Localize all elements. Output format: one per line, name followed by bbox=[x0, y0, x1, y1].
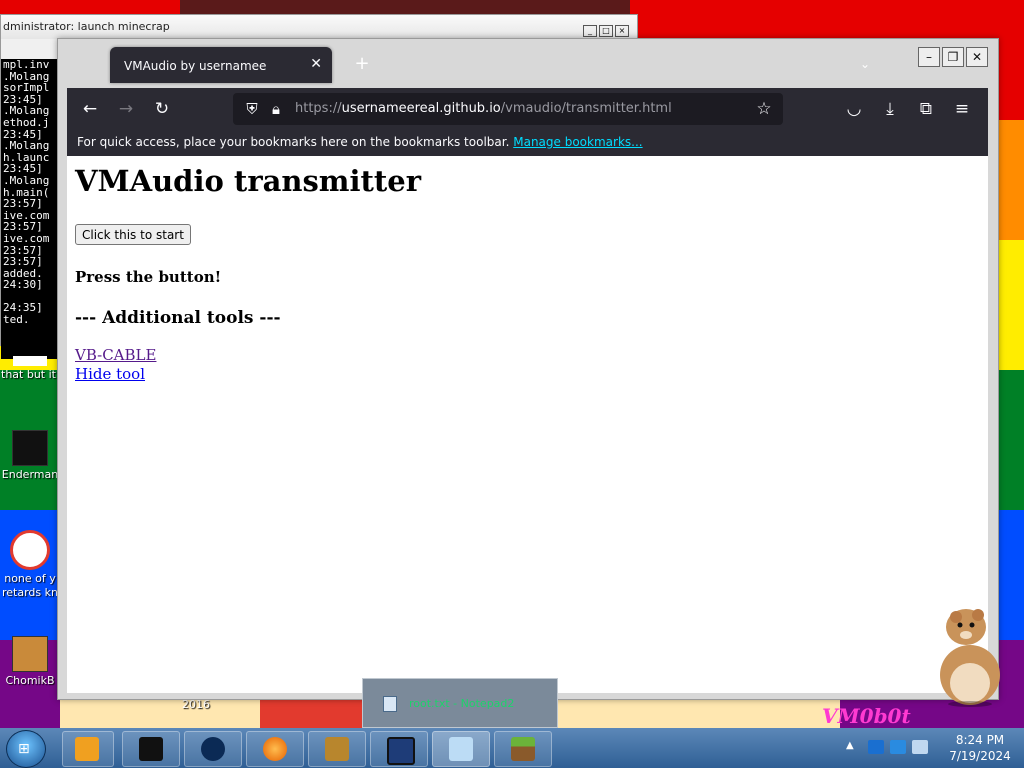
cmd-line: ethod.j bbox=[3, 115, 50, 129]
url-host: usernameereal.github.io bbox=[341, 101, 501, 116]
tab-vmaudio[interactable]: VMAudio by usernamee ✕ bbox=[110, 47, 332, 83]
monitor-icon bbox=[387, 737, 415, 765]
close-icon[interactable]: ✕ bbox=[966, 47, 988, 67]
tab-bar: VMAudio by usernamee ✕ + ⌄ bbox=[66, 47, 918, 85]
back-arrow-icon[interactable]: ← bbox=[77, 96, 103, 122]
cmd-line: 23:57] bbox=[3, 197, 43, 211]
sandbox-icon bbox=[325, 737, 349, 761]
vb-cable-link[interactable]: VB-CABLE bbox=[75, 346, 156, 364]
maximize-icon[interactable]: □ bbox=[599, 25, 613, 37]
volume-icon[interactable] bbox=[912, 740, 928, 754]
lock-icon[interactable]: 🔒︎ bbox=[265, 98, 287, 120]
browser-window[interactable]: VMAudio by usernamee ✕ + ⌄ – ❐ ✕ ← → ↻ ⛨… bbox=[57, 38, 999, 700]
url-bar[interactable]: ⛨ 🔒︎ https://usernameereal.github.io/vma… bbox=[233, 93, 783, 125]
download-icon[interactable]: ⤓ bbox=[877, 96, 903, 122]
hide-tool-link[interactable]: Hide tool bbox=[75, 365, 145, 383]
hamster-pet[interactable] bbox=[930, 603, 1006, 707]
taskbar-sandbox[interactable] bbox=[308, 731, 366, 767]
taskbar: ⊞ ▲ 8:24 PM 7/19/2024 bbox=[0, 728, 1024, 768]
bookmarks-toolbar: For quick access, place your bookmarks h… bbox=[67, 130, 988, 156]
page-title: VMAudio transmitter bbox=[75, 164, 422, 198]
pocket-icon[interactable]: ◡ bbox=[841, 96, 867, 122]
url-path: /vmaudio/transmitter.html bbox=[500, 101, 672, 116]
bookmarks-hint: For quick access, place your bookmarks h… bbox=[77, 135, 643, 149]
system-tray: ▲ 8:24 PM 7/19/2024 bbox=[840, 728, 1024, 768]
window-controls: – ❐ ✕ bbox=[918, 47, 988, 67]
clock-date: 7/19/2024 bbox=[949, 749, 1011, 763]
star-icon[interactable]: ☆ bbox=[753, 98, 775, 120]
notepad-icon bbox=[383, 696, 397, 712]
manage-bookmarks-link[interactable]: Manage bookmarks... bbox=[513, 135, 642, 149]
cmd-window-controls: _ □ × bbox=[583, 25, 629, 37]
menu-icon[interactable]: ≡ bbox=[949, 96, 975, 122]
cmd-output: mpl.inv .Molang sorImpl 23:45] .Molang ethod.… bbox=[1, 59, 61, 359]
desktop-icon-label: Enderman bbox=[1, 468, 59, 481]
cmd-line: ted. bbox=[3, 313, 30, 327]
hamster-icon bbox=[12, 636, 48, 672]
page-content: VMAudio transmitter Click this to start … bbox=[67, 156, 988, 693]
desktop-icon[interactable]: ChomikB bbox=[0, 636, 60, 688]
taskbar-notepad[interactable] bbox=[432, 731, 490, 767]
url-text[interactable]: https://usernameereal.github.io/vmaudio/… bbox=[295, 101, 672, 116]
taskbar-media-player[interactable] bbox=[62, 731, 114, 767]
extensions-icon[interactable]: ⧉ bbox=[913, 96, 939, 122]
cmd-line: .Molang bbox=[3, 139, 50, 153]
shield-icon[interactable]: ⛨ bbox=[241, 98, 263, 120]
cmd-line: 23:57] bbox=[3, 255, 43, 269]
desktop-icon[interactable]: Enderman bbox=[0, 430, 60, 482]
notepad-icon bbox=[449, 737, 473, 761]
taskbar-minecraft[interactable] bbox=[494, 731, 552, 767]
terminal-icon bbox=[139, 737, 163, 761]
minimize-icon[interactable]: – bbox=[918, 47, 940, 67]
reload-icon[interactable]: ↻ bbox=[149, 96, 175, 122]
media-player-icon bbox=[75, 737, 99, 761]
enderman-icon bbox=[12, 430, 48, 466]
taskbar-remote[interactable] bbox=[370, 731, 428, 767]
clock[interactable]: 8:24 PM 7/19/2024 bbox=[940, 732, 1020, 764]
start-button[interactable]: Click this to start bbox=[75, 224, 191, 245]
close-icon[interactable]: × bbox=[615, 25, 629, 37]
plus-icon[interactable]: + bbox=[352, 55, 372, 75]
start-button[interactable]: ⊞ bbox=[6, 730, 46, 768]
cmd-line: .Molang bbox=[3, 173, 50, 187]
cmd-line: mpl.inv bbox=[3, 59, 50, 71]
chevron-down-icon[interactable]: ⌄ bbox=[856, 57, 874, 73]
desktop-icon[interactable]: that but it' bbox=[0, 356, 60, 382]
cmd-line: ive.com bbox=[3, 231, 50, 245]
globe-icon bbox=[201, 737, 225, 761]
popup-title: root.txt - Notepad2 bbox=[409, 697, 515, 710]
forward-arrow-icon[interactable]: → bbox=[113, 96, 139, 122]
maximize-icon[interactable]: ❐ bbox=[942, 47, 964, 67]
vm-logo: VM0b0t bbox=[822, 704, 911, 728]
nav-toolbar: ← → ↻ ⛨ 🔒︎ https://usernameereal.github.… bbox=[67, 88, 988, 130]
app-icon bbox=[10, 530, 50, 570]
desktop-icon-label: that but it' bbox=[1, 368, 59, 381]
url-scheme: https:// bbox=[295, 101, 342, 116]
desktop-icon[interactable]: none of y retards kn bbox=[0, 530, 60, 600]
minimize-icon[interactable]: _ bbox=[583, 25, 597, 37]
tools-heading: --- Additional tools --- bbox=[75, 308, 281, 328]
clock-time: 8:24 PM bbox=[955, 733, 1005, 747]
cmd-line: 24:30] bbox=[3, 278, 43, 292]
network-icon[interactable] bbox=[890, 740, 906, 754]
firefox-icon bbox=[263, 737, 287, 761]
tab-title: VMAudio by usernamee bbox=[124, 59, 267, 73]
tray-arrow-icon[interactable]: ▲ bbox=[846, 740, 862, 754]
tray-app-icon[interactable] bbox=[868, 740, 884, 754]
taskbar-preview-popup[interactable]: root.txt - Notepad2 bbox=[362, 678, 558, 728]
file-icon bbox=[13, 356, 47, 366]
close-icon[interactable]: ✕ bbox=[310, 56, 322, 72]
status-text: Press the button! bbox=[75, 268, 222, 286]
desktop-icon-label: none of y retards kn bbox=[2, 572, 58, 599]
taskbar-app[interactable] bbox=[184, 731, 242, 767]
cmd-window-title: dministrator: launch minecrap bbox=[1, 15, 637, 39]
bookmarks-hint-text: For quick access, place your bookmarks h… bbox=[77, 135, 510, 149]
windows-icon: ⊞ bbox=[18, 741, 30, 757]
taskbar-cmd[interactable] bbox=[122, 731, 180, 767]
taskbar-firefox[interactable] bbox=[246, 731, 304, 767]
desktop-icon-label: ChomikB bbox=[5, 674, 55, 687]
minecraft-icon bbox=[511, 737, 535, 761]
